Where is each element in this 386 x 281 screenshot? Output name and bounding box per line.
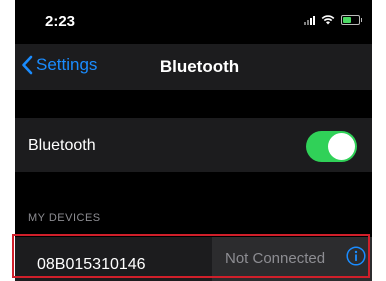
bluetooth-label: Bluetooth: [28, 137, 96, 154]
device-row[interactable]: 08B015310146 Not Connected: [15, 237, 372, 281]
my-devices-header: MY DEVICES: [28, 212, 101, 224]
device-status: Not Connected: [225, 250, 326, 267]
device-name: 08B015310146: [37, 256, 146, 273]
info-icon[interactable]: [346, 246, 366, 266]
navigation-bar: Settings Bluetooth: [15, 44, 372, 90]
phone-screen: 2:23 Settings Bluetooth Bluetooth MY DEV…: [15, 0, 372, 281]
battery-level: [343, 17, 351, 23]
status-time: 2:23: [45, 13, 76, 30]
cellular-signal-icon: [304, 15, 315, 25]
status-icons: [304, 15, 362, 25]
status-bar: 2:23: [15, 0, 372, 44]
device-status-area: Not Connected: [212, 237, 372, 281]
wifi-icon: [321, 15, 335, 25]
toggle-knob: [328, 133, 355, 160]
page-title: Bluetooth: [159, 57, 240, 76]
bluetooth-toggle[interactable]: [306, 131, 357, 162]
bluetooth-setting-row: Bluetooth: [15, 118, 372, 172]
battery-icon: [341, 15, 362, 25]
